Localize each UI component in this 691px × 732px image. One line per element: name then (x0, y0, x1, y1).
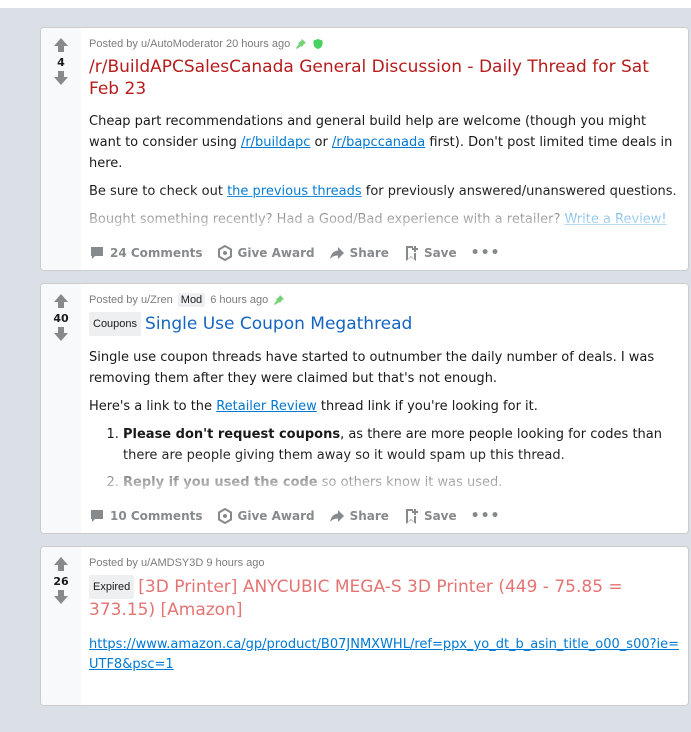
post-title-text: Single Use Coupon Megathread (145, 314, 413, 334)
vote-score: 40 (53, 312, 69, 325)
pin-icon (296, 39, 307, 49)
downvote-icon[interactable] (53, 326, 69, 342)
comments-button[interactable]: 10 Comments (89, 508, 203, 524)
comments-button[interactable]: 24 Comments (89, 245, 203, 261)
share-label: Share (349, 246, 389, 260)
body-text: Be sure to check out (89, 184, 228, 199)
award-icon (217, 508, 232, 524)
body-paragraph: Here's a link to the Retailer Review thr… (89, 396, 680, 417)
shield-icon (313, 39, 323, 49)
comment-icon (91, 247, 103, 259)
post-author-time: Posted by u/AMDSY3D 9 hours ago (89, 557, 265, 569)
write-review-link[interactable]: Write a Review! (565, 212, 667, 227)
body-text: Bought something recently? Had a Good/Ba… (89, 212, 565, 227)
upvote-icon[interactable] (53, 556, 69, 572)
body-text: or (310, 135, 332, 150)
retailer-review-link[interactable]: Retailer Review (216, 399, 317, 414)
save-button[interactable]: Save (403, 245, 457, 261)
post-time: 6 hours ago (210, 294, 269, 306)
downvote-icon[interactable] (53, 70, 69, 86)
post-content: Posted by u/AutoModerator 20 hours ago /… (81, 28, 688, 270)
post-meta: Posted by u/Zren Mod 6 hours ago (89, 292, 680, 308)
list-item-bold: Please don't request coupons (123, 427, 341, 442)
award-label: Give Award (237, 246, 315, 260)
post-body: Single use coupon threads have started t… (89, 347, 680, 493)
post-flair: Expired (89, 575, 135, 599)
previous-threads-link[interactable]: the previous threads (227, 184, 362, 199)
list-item-bold: Reply if you used the code (123, 475, 318, 490)
share-button[interactable]: Share (329, 508, 389, 524)
vote-bar: 26 (41, 547, 81, 705)
mod-badge: Mod (177, 293, 206, 307)
body-paragraph: Single use coupon threads have started t… (89, 350, 655, 386)
post-title[interactable]: Expired [3D Printer] ANYCUBIC MEGA-S 3D P… (89, 575, 680, 621)
body-paragraph: Cheap part recommendations and general b… (89, 111, 680, 174)
post-body: Cheap part recommendations and general b… (89, 111, 680, 230)
save-button[interactable]: Save (403, 508, 457, 524)
list-item: Reply if you used the code so others kno… (123, 472, 680, 493)
vote-bar: 4 (41, 28, 81, 270)
share-button[interactable]: Share (329, 245, 389, 261)
award-label: Give Award (237, 509, 315, 523)
body-text: Here's a link to the (89, 399, 217, 414)
subreddit-link-buildapc[interactable]: /r/buildapc (241, 135, 310, 150)
body-paragraph: Be sure to check out the previous thread… (89, 181, 680, 202)
post-card[interactable]: 40 Posted by u/Zren Mod 6 hours ago Coup… (40, 283, 689, 534)
post-card[interactable]: 4 Posted by u/AutoModerator 20 hours ago… (40, 27, 689, 271)
post-actions: 10 Comments Give Award Share Save ••• (89, 505, 680, 527)
post-meta: Posted by u/AutoModerator 20 hours ago (89, 36, 680, 52)
post-content: Posted by u/AMDSY3D 9 hours ago Expired[… (81, 547, 688, 705)
post-title[interactable]: /r/BuildAPCSalesCanada General Discussio… (89, 56, 680, 100)
post-meta: Posted by u/AMDSY3D 9 hours ago (89, 555, 680, 571)
post-content: Posted by u/Zren Mod 6 hours ago Coupons… (81, 284, 688, 533)
rules-list: Please don't request coupons, as there a… (89, 424, 680, 493)
save-icon (405, 509, 418, 524)
list-item-text: so others know it was used. (317, 475, 503, 490)
award-icon (217, 245, 232, 261)
more-options-button[interactable]: ••• (471, 245, 501, 261)
subreddit-link-bapccanada[interactable]: /r/bapccanada (332, 135, 425, 150)
share-label: Share (349, 509, 389, 523)
post-title-text: [3D Printer] ANYCUBIC MEGA-S 3D Printer … (89, 577, 623, 620)
give-award-button[interactable]: Give Award (217, 508, 315, 524)
body-text: thread link if you're looking for it. (316, 399, 538, 414)
save-label: Save (423, 509, 457, 523)
body-text: for previously answered/unanswered quest… (361, 184, 677, 199)
list-item: Please don't request coupons, as there a… (123, 424, 680, 466)
save-icon (405, 246, 418, 261)
share-icon (329, 510, 344, 522)
upvote-icon[interactable] (53, 37, 69, 53)
downvote-icon[interactable] (53, 589, 69, 605)
comments-label: 10 Comments (110, 509, 203, 523)
post-author: Posted by u/Zren (89, 294, 173, 306)
post-flair: Coupons (89, 312, 142, 336)
post-feed: 4 Posted by u/AutoModerator 20 hours ago… (40, 27, 689, 718)
post-title[interactable]: Coupons Single Use Coupon Megathread (89, 312, 680, 336)
post-actions: 24 Comments Give Award Share Save ••• (89, 242, 680, 264)
body-paragraph: Bought something recently? Had a Good/Ba… (89, 209, 680, 230)
vote-score: 26 (53, 575, 69, 588)
upvote-icon[interactable] (53, 293, 69, 309)
more-options-button[interactable]: ••• (471, 508, 501, 524)
post-author-time: Posted by u/AutoModerator 20 hours ago (89, 38, 291, 50)
vote-score: 4 (57, 56, 65, 69)
vote-bar: 40 (41, 284, 81, 533)
share-icon (329, 247, 344, 259)
save-label: Save (423, 246, 457, 260)
top-strip (0, 0, 691, 8)
post-card[interactable]: 26 Posted by u/AMDSY3D 9 hours ago Expir… (40, 546, 689, 706)
comment-icon (91, 510, 103, 522)
pin-icon (274, 295, 285, 305)
comments-label: 24 Comments (110, 246, 203, 260)
give-award-button[interactable]: Give Award (217, 245, 315, 261)
product-link[interactable]: https://www.amazon.ca/gp/product/B07JNMX… (89, 635, 680, 675)
